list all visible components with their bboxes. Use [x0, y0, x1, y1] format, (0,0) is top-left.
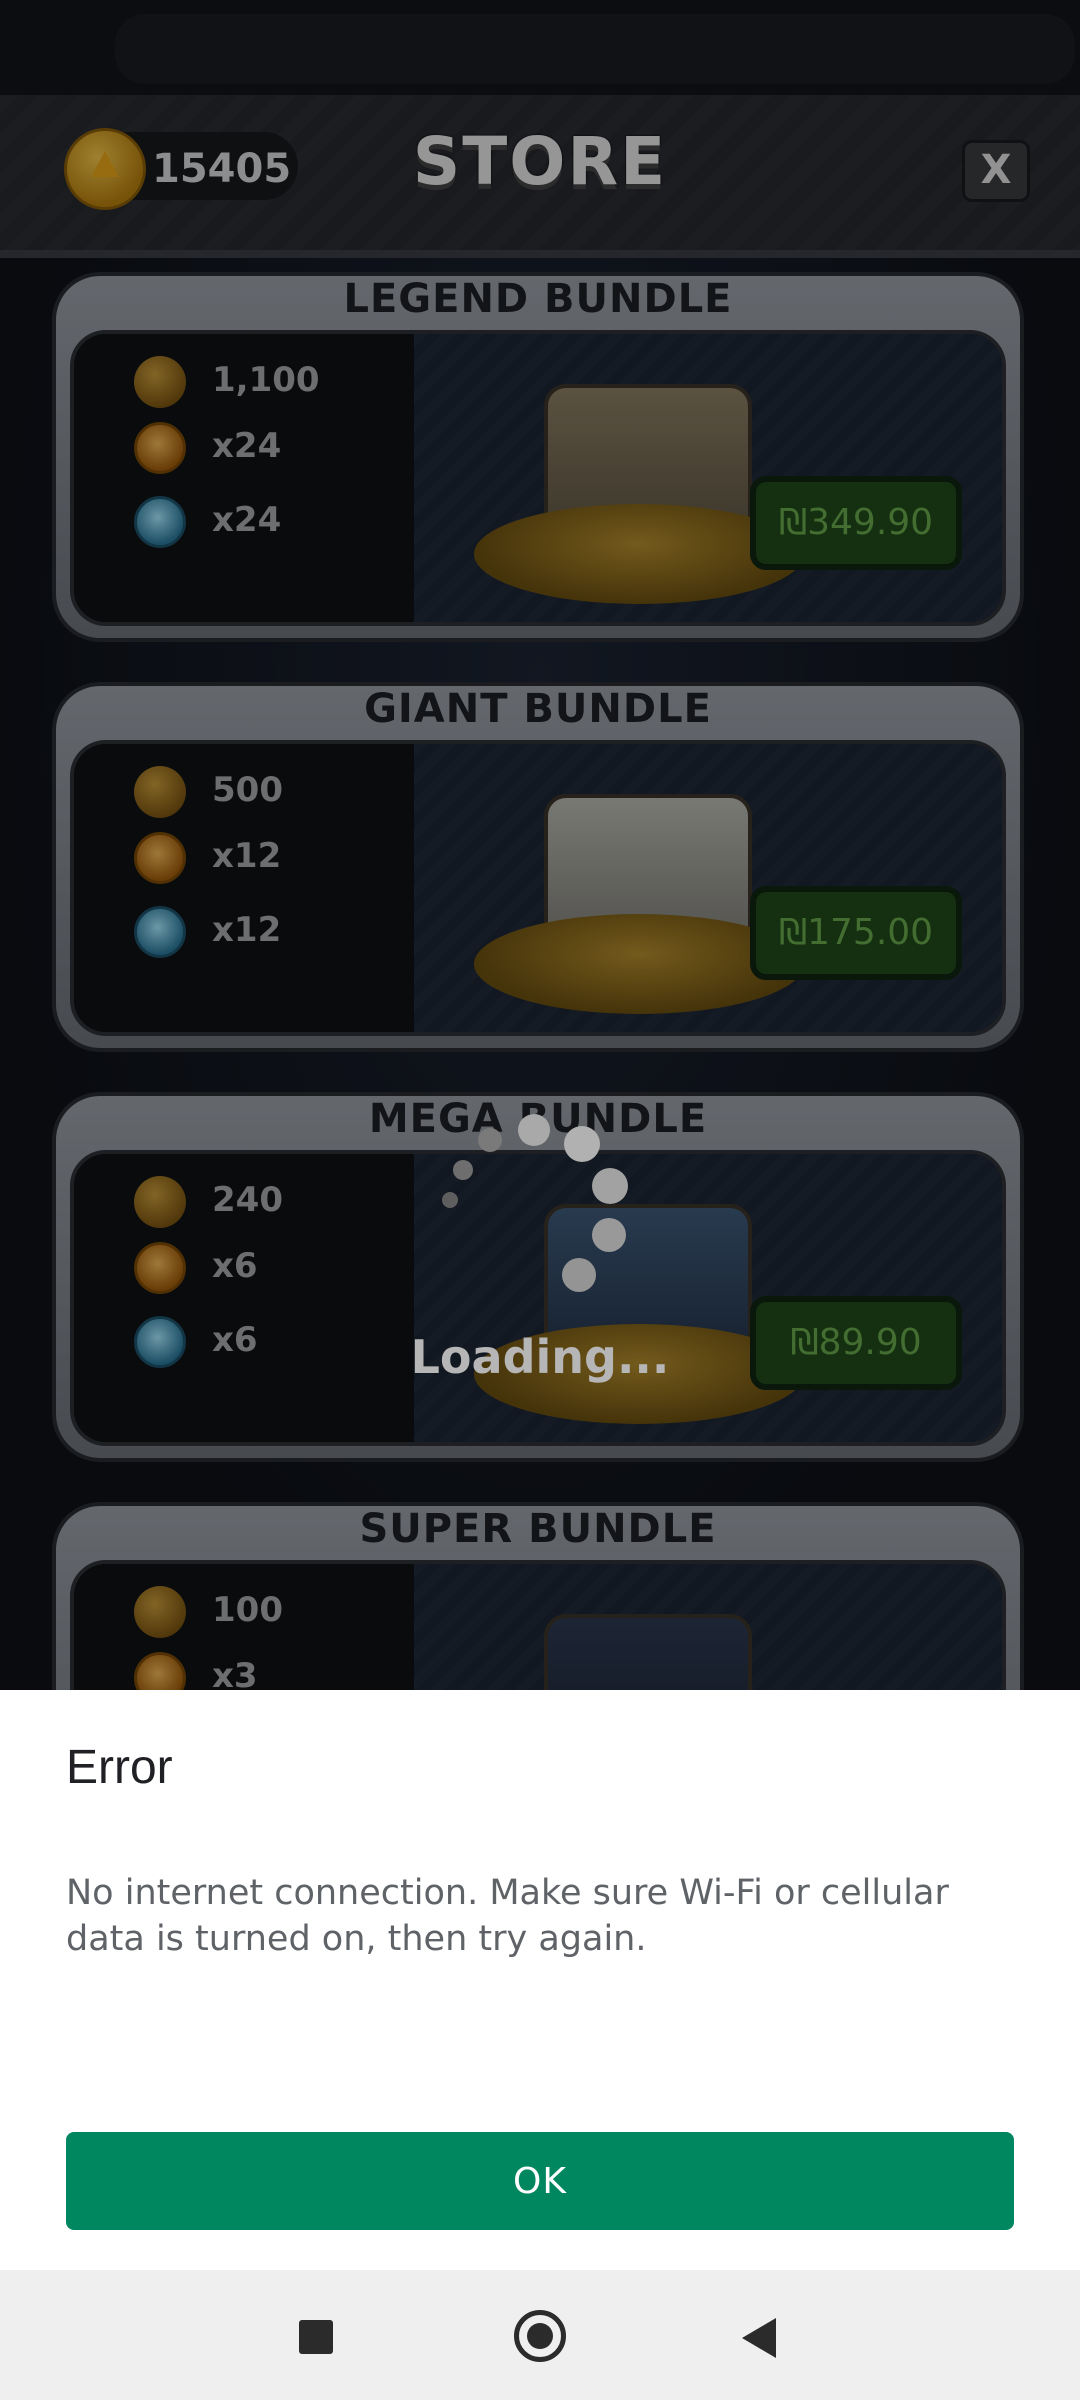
game-store-screen: 15405 STORE X LEGEND BUNDLE 1,100 x24 x2…	[0, 0, 1080, 1690]
dialog-message: No internet connection. Make sure Wi-Fi …	[66, 1873, 949, 1959]
home-icon[interactable]	[514, 2310, 566, 2362]
ok-button[interactable]: OK	[66, 2132, 1014, 2230]
dialog-title: Error	[66, 1741, 173, 1794]
back-icon[interactable]	[742, 2318, 776, 2358]
system-nav-bar	[0, 2270, 1080, 2400]
dim-overlay	[0, 0, 1080, 1690]
error-dialog: Error No internet connection. Make sure …	[0, 1690, 1080, 2270]
recent-apps-icon[interactable]	[299, 2320, 333, 2354]
loading-text: Loading...	[410, 1330, 670, 1384]
